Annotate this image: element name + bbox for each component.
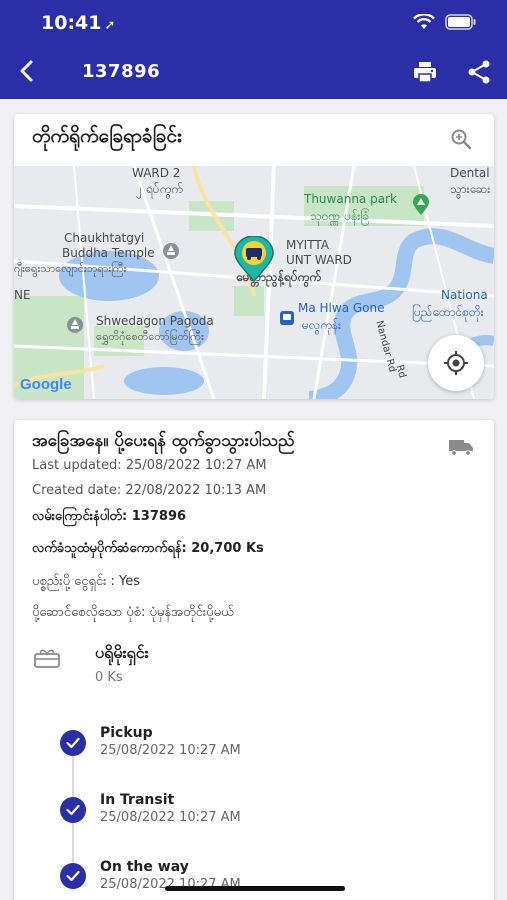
google-logo-text: Google [20, 376, 72, 393]
app-header: 10:41 ➚ 137896 [0, 0, 507, 99]
map-label-shwedagon-my: ရွှေတိဂုံစေတီတော်မြတ်ကြီး [96, 330, 204, 343]
map-label-mahlwa: Ma Hlwa Gone [298, 301, 385, 315]
chevron-left-icon [20, 60, 33, 82]
map-label-ward2-my: ၂ ရပ်ကွက် [136, 182, 183, 196]
status-time: 10:41 ➚ [41, 12, 115, 34]
tracking-number: လမ်းကြောင်းနံပါတ်: 137896 [32, 509, 187, 524]
back-button[interactable] [16, 58, 40, 86]
map-label-dental-my: သွားဆေး [450, 182, 491, 196]
map-label-chauk-my: ဂျီးရွေးသာလျောင်းဘုရားကြီး [14, 262, 127, 275]
google-logo: Google [20, 376, 72, 393]
map-label-dental: Dental [450, 166, 490, 180]
map-card-title: တိုက်ရိုက်ခြေရာခံခြင်း [32, 125, 182, 147]
map-label-ne: NE [14, 288, 31, 302]
metro-icon [280, 311, 294, 325]
timeline-title: Pickup [100, 725, 153, 741]
map-label-chauk2: Buddha Temple [62, 246, 155, 260]
park-pin-icon [413, 194, 429, 215]
map-label-shwedagon: Shwedagon Pagoda [96, 314, 214, 328]
crosshair-icon [444, 351, 468, 375]
location-arrow-icon: ➚ [104, 18, 116, 33]
delivery-status-heading: အခြေအနေ။ ပို့ပေးရန် ထွက်ခွာသွားပါသည် [32, 431, 295, 451]
status-icons [413, 14, 477, 30]
truck-icon [448, 438, 474, 460]
timeline-title: On the way [100, 859, 189, 875]
wifi-icon [413, 14, 435, 29]
zoom-in-icon [451, 129, 472, 150]
timeline-date: 25/08/2022 10:27 AM [100, 810, 241, 825]
map-label-national: Nationa [441, 288, 488, 302]
cod-amount: လက်ခံသူထံမှပိုက်ဆံကောက်ရန်: 20,700 Ks [32, 541, 264, 556]
timeline-date: 25/08/2022 10:27 AM [100, 743, 241, 758]
map-label-mahlwa-my: မလွကုန်း [302, 318, 342, 332]
order-detail-card: အခြေအနေ။ ပို့ပေးရန် ထွက်ခွာသွားပါသည် Las… [14, 420, 494, 900]
delivery-type: ပို့ဆောင်စေလိုသော ပုံစံ: ပုံမှန်အတိုင်းပ… [32, 605, 234, 620]
print-button[interactable] [412, 60, 438, 88]
map-label-thuwanna-my: သုဝဏ္ဏ ပန်းခြံ [310, 209, 370, 223]
page-title: 137896 [82, 61, 161, 82]
map-label-myitta1: MYITTA [286, 238, 329, 252]
live-tracking-card: တိုက်ရိုက်ခြေရာခံခြင်း WARD 2 ၂ ရပ်ကွက် … [14, 114, 494, 399]
share-icon [468, 60, 490, 84]
payment-by-sender: ပစ္စည်းပို့ ငွေရှင်း : Yes [32, 574, 141, 589]
created-date: Created date: 22/08/2022 10:13 AM [32, 483, 267, 498]
home-indicator[interactable] [165, 886, 345, 891]
check-circle-icon [60, 730, 86, 756]
check-circle-icon [60, 863, 86, 889]
last-updated: Last updated: 25/08/2022 10:27 AM [32, 458, 267, 473]
timeline-title: In Transit [100, 792, 175, 808]
battery-icon [445, 14, 476, 30]
map-label-ward2: WARD 2 [132, 166, 181, 180]
map-view[interactable]: WARD 2 ၂ ရပ်ကွက် Dental သွားဆေး Thuwanna… [14, 166, 494, 399]
temple-icon [163, 243, 179, 259]
map-label-myitta2: UNT WARD [286, 253, 352, 267]
check-circle-icon [60, 797, 86, 823]
promotion-amount: 0 Ks [95, 670, 123, 685]
printer-icon [414, 62, 436, 83]
my-location-button[interactable] [428, 335, 484, 391]
map-label-chauk1: Chaukhtatgyi [64, 231, 145, 245]
delivery-location-pin-icon [234, 236, 274, 282]
zoom-button[interactable] [450, 128, 472, 154]
promotion-title: ပရိုမိုးရှင်း [95, 643, 149, 662]
share-button[interactable] [467, 60, 491, 88]
map-label-thuwanna: Thuwanna park [304, 192, 397, 206]
pagoda-icon [67, 317, 83, 333]
status-time-text: 10:41 [41, 12, 102, 34]
gift-box-icon [34, 648, 60, 672]
map-label-national-my: ပြည်ထောင်စုတိုး [412, 305, 484, 319]
